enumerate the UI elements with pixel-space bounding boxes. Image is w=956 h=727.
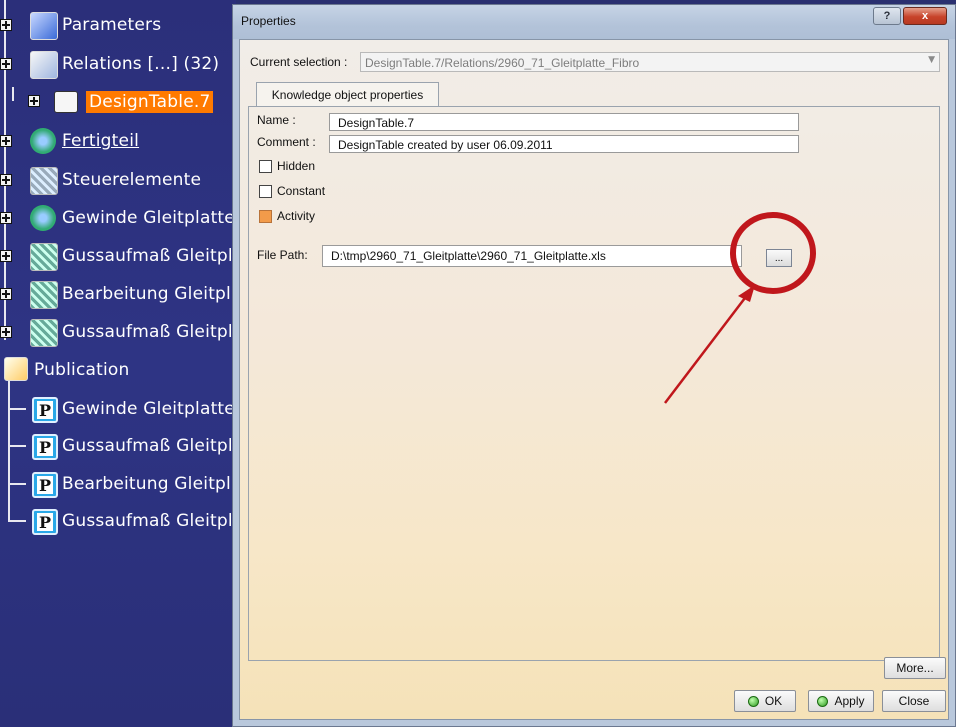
tree-item-fertigteil[interactable]: Fertigteil [0,126,236,156]
hidden-checkbox[interactable] [259,160,272,173]
apply-icon [817,695,829,707]
file-path-field[interactable]: D:\tmp\2960_71_Gleitplatte\2960_71_Gleit… [322,245,742,267]
geometrical-set-icon [30,167,58,195]
geometrical-set-icon [30,281,58,309]
expand-icon[interactable] [0,212,12,224]
tree-item-designtable[interactable]: DesignTable.7 [0,87,236,117]
tree-item-label: Fertigteil [62,131,140,151]
tab-knowledge-object-properties[interactable]: Knowledge object properties [256,82,439,106]
apply-button-label: Apply [834,694,865,708]
tree-item-relations[interactable]: Relations [...] (32) [0,49,236,79]
tree-item-publication[interactable]: Publication [0,355,236,385]
expand-icon[interactable] [0,250,12,262]
relations-icon [30,51,58,79]
close-button[interactable]: Close [882,690,946,712]
browse-button[interactable]: ... [766,249,792,267]
apply-button[interactable]: Apply [808,690,874,712]
constant-label: Constant [277,184,326,198]
tree-item-label: Relations [...] (32) [62,54,220,74]
geometrical-set-icon [30,243,58,271]
geometrical-set-icon [30,319,58,347]
tree-branch-line [8,408,26,410]
publication-item[interactable]: P Gewinde Gleitplatte [0,394,236,424]
tree-branch-line [8,445,26,447]
ok-button-label: OK [764,694,783,708]
publication-item-label: Bearbeitung Gleitpla [62,474,236,494]
activity-label: Activity [277,209,316,223]
chevron-down-icon[interactable]: ▼ [928,55,935,65]
tree-item-label: DesignTable.7 [86,91,214,113]
part-body-icon [30,205,56,231]
tree-item-label: Parameters [62,15,162,35]
publication-item-label: Gussaufmaß Gleitpla [62,511,236,531]
parameters-icon [30,12,58,40]
expand-icon[interactable] [0,174,12,186]
expand-icon[interactable] [0,19,12,31]
dialog-titlebar[interactable]: Properties ? x [233,5,955,39]
expand-icon[interactable] [0,288,12,300]
tree-item-gussaufmass[interactable]: Gussaufmaß Gleitpla [0,241,236,271]
tree-item-steuerelemente[interactable]: Steuerelemente [0,165,236,195]
name-field[interactable]: DesignTable.7 [329,113,799,131]
expand-icon[interactable] [0,326,12,338]
current-selection-label: Current selection : [250,55,348,69]
tree-item-label: Gewinde Gleitplatte [62,208,235,228]
window-close-button[interactable]: x [903,7,947,25]
help-button[interactable]: ? [873,7,901,25]
tree-item-label: Bearbeitung Gleitpla [62,284,236,304]
constant-checkbox[interactable] [259,185,272,198]
design-table-icon [54,91,78,113]
tree-branch-line [12,87,14,101]
comment-label: Comment : [257,135,316,149]
tree-item-gewinde[interactable]: Gewinde Gleitplatte [0,203,236,233]
tree-item-gussaufmass-2[interactable]: Gussaufmaß Gleitpla [0,317,236,347]
current-selection-combo[interactable]: DesignTable.7/Relations/2960_71_Gleitpla… [360,52,940,72]
publication-item-label: Gewinde Gleitplatte [62,399,235,419]
tree-branch-line [8,520,26,522]
publication-item-icon: P [32,472,58,498]
tree-item-label: Steuerelemente [62,170,202,190]
ok-icon [747,695,759,707]
activity-checkbox[interactable] [259,210,272,223]
publication-item-icon: P [32,434,58,460]
dialog-body: Current selection : DesignTable.7/Relati… [239,39,949,720]
tree-item-label: Publication [34,360,130,380]
current-selection-value: DesignTable.7/Relations/2960_71_Gleitpla… [365,56,640,70]
publication-item[interactable]: P Gussaufmaß Gleitpla [0,431,236,461]
tree-item-parameters[interactable]: Parameters [0,10,236,40]
hidden-label: Hidden [277,159,316,173]
more-button[interactable]: More... [884,657,946,679]
ok-button[interactable]: OK [734,690,796,712]
publication-item-label: Gussaufmaß Gleitpla [62,436,236,456]
publication-item[interactable]: P Bearbeitung Gleitpla [0,469,236,499]
specification-tree: Parameters Relations [...] (32) DesignTa… [0,0,236,727]
file-path-label: File Path: [257,248,308,262]
publication-item-icon: P [32,397,58,423]
name-label: Name : [257,113,296,127]
tree-item-label: Gussaufmaß Gleitpla [62,322,236,342]
tree-item-bearbeitung[interactable]: Bearbeitung Gleitpla [0,279,236,309]
dialog-title: Properties [241,14,296,28]
part-body-icon [30,128,56,154]
properties-dialog: Properties ? x Current selection : Desig… [232,4,956,727]
expand-icon[interactable] [0,58,12,70]
publication-item-icon: P [32,509,58,535]
expand-icon[interactable] [28,95,40,107]
tree-item-label: Gussaufmaß Gleitpla [62,246,236,266]
tree-branch-line [8,483,26,485]
publication-item[interactable]: P Gussaufmaß Gleitpla [0,506,236,536]
publication-icon [4,357,28,381]
comment-field[interactable]: DesignTable created by user 06.09.2011 [329,135,799,153]
tab-panel: Name : DesignTable.7 Comment : DesignTab… [248,106,940,661]
expand-icon[interactable] [0,135,12,147]
